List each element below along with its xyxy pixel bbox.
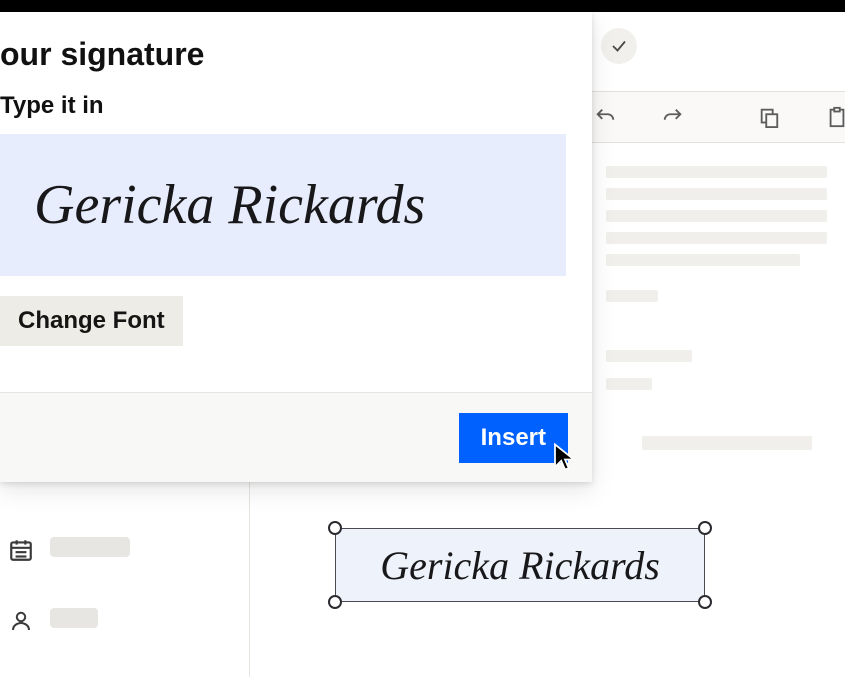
signature-dialog: our signature Type it in Gericka Rickard… <box>0 12 592 482</box>
resize-handle-top-right[interactable] <box>698 521 712 535</box>
document-placeholder-lines <box>606 166 827 276</box>
date-tool-button[interactable] <box>6 535 36 565</box>
placed-signature-text: Gericka Rickards <box>380 542 660 589</box>
editor-top-toolbar <box>572 91 845 143</box>
person-icon <box>9 609 33 633</box>
redo-icon <box>662 106 684 128</box>
undo-icon <box>594 106 616 128</box>
tool-label-placeholder <box>50 537 130 557</box>
signature-input[interactable]: Gericka Rickards <box>0 134 566 276</box>
confirm-button[interactable] <box>601 28 637 64</box>
window-letterbox <box>0 0 845 12</box>
undo-button[interactable] <box>594 106 616 128</box>
document-placeholder-short <box>606 378 652 390</box>
placed-signature-object[interactable]: Gericka Rickards <box>335 528 705 602</box>
copy-icon <box>758 106 780 128</box>
redo-button[interactable] <box>662 106 684 128</box>
resize-handle-bottom-left[interactable] <box>328 595 342 609</box>
tool-label-placeholder <box>50 608 98 628</box>
change-font-button[interactable]: Change Font <box>0 296 183 346</box>
date-icon <box>8 537 34 563</box>
insert-button[interactable]: Insert <box>459 413 568 463</box>
document-placeholder-short <box>642 436 812 450</box>
signer-tool-button[interactable] <box>6 606 36 636</box>
dialog-title: our signature <box>0 36 204 73</box>
copy-button[interactable] <box>758 106 780 128</box>
document-placeholder-short <box>606 350 692 362</box>
paste-icon <box>826 106 845 128</box>
dialog-footer: Insert <box>0 392 592 482</box>
left-tool-rail <box>0 480 45 677</box>
signature-input-text: Gericka Rickards <box>34 173 425 237</box>
resize-handle-bottom-right[interactable] <box>698 595 712 609</box>
paste-button[interactable] <box>826 106 845 128</box>
document-placeholder-short <box>606 290 658 302</box>
resize-handle-top-left[interactable] <box>328 521 342 535</box>
dialog-subtitle: Type it in <box>0 92 104 120</box>
check-icon <box>610 37 628 55</box>
vertical-divider <box>249 480 250 677</box>
